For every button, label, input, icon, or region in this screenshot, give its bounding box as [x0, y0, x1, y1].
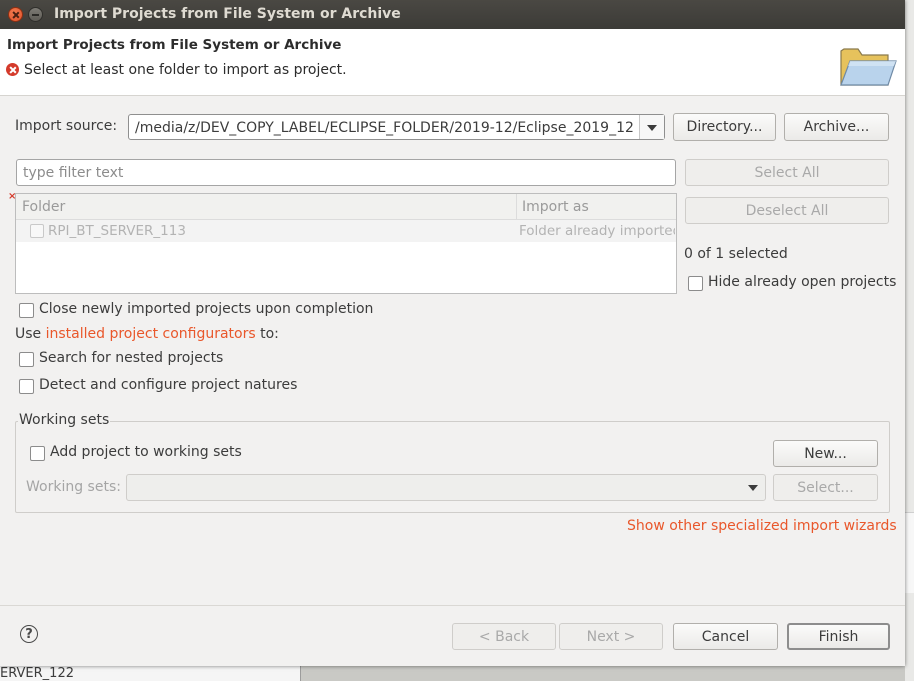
- wizard-header: Import Projects from File System or Arch…: [0, 29, 905, 96]
- configurators-link[interactable]: installed project configurators: [46, 326, 256, 342]
- error-icon: [6, 63, 19, 76]
- title-bar: Import Projects from File System or Arch…: [0, 0, 905, 29]
- directory-button[interactable]: Directory...: [673, 113, 776, 141]
- working-sets-label: Working sets:: [26, 479, 121, 495]
- wizard-message: Select at least one folder to import as …: [24, 62, 347, 78]
- chevron-down-icon[interactable]: [741, 475, 765, 500]
- row-folder: RPI_BT_SERVER_113: [48, 223, 186, 239]
- chevron-down-icon[interactable]: [639, 115, 664, 139]
- add-to-working-sets-label[interactable]: Add project to working sets: [50, 444, 242, 460]
- table-row[interactable]: RPI_BT_SERVER_113 Folder already importe…: [16, 220, 676, 242]
- nested-projects-label[interactable]: Search for nested projects: [39, 350, 223, 366]
- project-natures-label[interactable]: Detect and configure project natures: [39, 377, 297, 393]
- selection-count: 0 of 1 selected: [684, 246, 788, 262]
- next-button[interactable]: Next >: [559, 623, 663, 650]
- background-fragment-text: ERVER_122: [0, 666, 74, 681]
- column-folder[interactable]: Folder: [22, 199, 65, 215]
- import-source-label: Import source:: [15, 118, 118, 134]
- filter-input[interactable]: [16, 159, 676, 186]
- close-newly-label[interactable]: Close newly imported projects upon compl…: [39, 301, 373, 317]
- configurators-suffix: to:: [255, 326, 279, 342]
- table-header: Folder Import as: [16, 194, 676, 220]
- cancel-button[interactable]: Cancel: [673, 623, 778, 650]
- row-import-as: Folder already imported: [519, 223, 675, 239]
- window-close-button[interactable]: [8, 7, 23, 22]
- folder-icon: [840, 48, 897, 86]
- import-dialog: Import Projects from File System or Arch…: [0, 0, 905, 666]
- archive-button[interactable]: Archive...: [784, 113, 889, 141]
- configurators-line: Use installed project configurators to:: [15, 326, 279, 342]
- new-working-set-button[interactable]: New...: [773, 440, 878, 467]
- wizard-title: Import Projects from File System or Arch…: [7, 37, 342, 53]
- working-sets-group-title: Working sets: [18, 412, 111, 428]
- column-import-as[interactable]: Import as: [522, 199, 589, 215]
- deselect-all-button[interactable]: Deselect All: [685, 197, 889, 224]
- import-source-combo[interactable]: /media/z/DEV_COPY_LABEL/ECLIPSE_FOLDER/2…: [128, 114, 665, 140]
- add-to-working-sets-checkbox[interactable]: [30, 446, 45, 461]
- back-button[interactable]: < Back: [452, 623, 556, 650]
- window-minimize-button[interactable]: [28, 7, 43, 22]
- window-title: Import Projects from File System or Arch…: [54, 6, 401, 22]
- help-icon[interactable]: ?: [20, 625, 38, 643]
- background-right-edge: [905, 0, 914, 681]
- hide-open-checkbox[interactable]: [688, 276, 703, 291]
- working-sets-combo[interactable]: [126, 474, 766, 501]
- configurators-prefix: Use: [15, 326, 46, 342]
- select-working-sets-button[interactable]: Select...: [773, 474, 878, 501]
- close-newly-checkbox[interactable]: [19, 303, 34, 318]
- import-source-value: /media/z/DEV_COPY_LABEL/ECLIPSE_FOLDER/2…: [135, 120, 634, 136]
- other-import-wizards-link[interactable]: Show other specialized import wizards: [627, 518, 897, 534]
- projects-table[interactable]: Folder Import as RPI_BT_SERVER_113 Folde…: [15, 193, 677, 294]
- footer-separator: [0, 605, 905, 606]
- row-checkbox[interactable]: [30, 224, 44, 238]
- nested-projects-checkbox[interactable]: [19, 352, 34, 367]
- hide-open-label[interactable]: Hide already open projects: [708, 274, 896, 290]
- project-natures-checkbox[interactable]: [19, 379, 34, 394]
- select-all-button[interactable]: Select All: [685, 159, 889, 186]
- finish-button[interactable]: Finish: [787, 623, 890, 650]
